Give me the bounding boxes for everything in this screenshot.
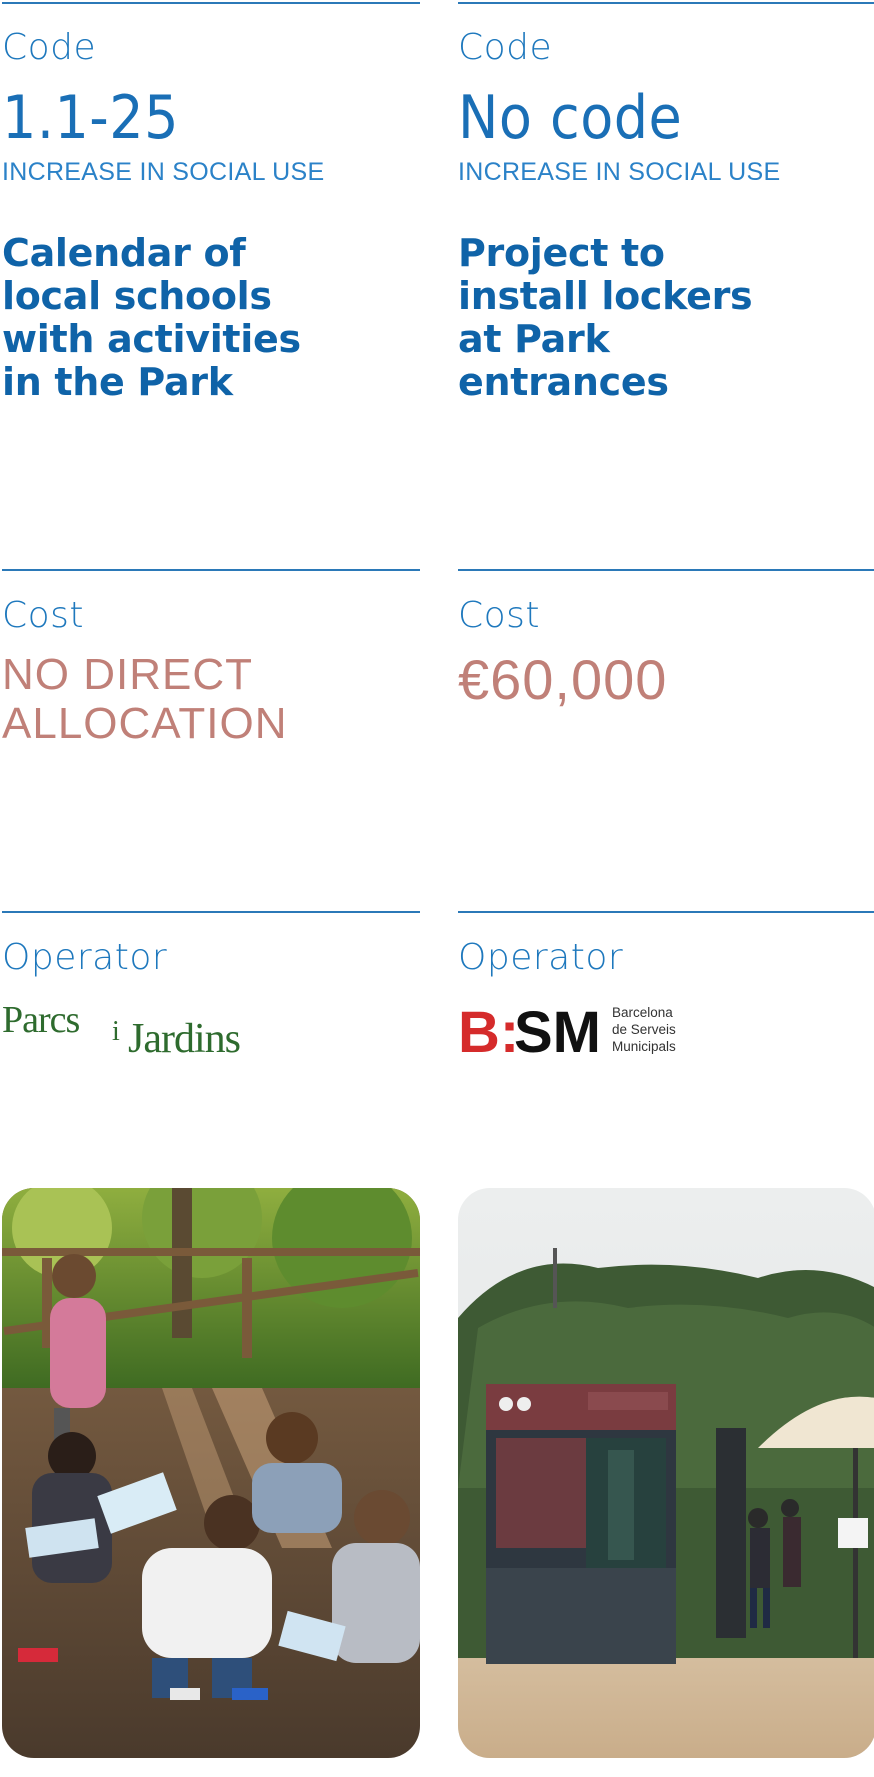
bsm-mark-icon: B: SM	[458, 1000, 601, 1065]
cost-value: €60,000	[458, 648, 668, 711]
title-line: at Park	[458, 317, 610, 361]
divider	[458, 911, 874, 913]
svg-text:i: i	[112, 1016, 120, 1047]
photo-illustration	[2, 1188, 420, 1758]
svg-text:Parcs: Parcs	[2, 1000, 80, 1041]
title-line: with activities	[2, 317, 301, 361]
operator-label: Operator	[458, 937, 624, 978]
title-line: local schools	[2, 274, 272, 318]
bsm-logo: B: SM Barcelona de Serveis Municipals	[458, 1000, 698, 1065]
cost-label: Cost	[458, 595, 541, 636]
divider	[458, 2, 874, 4]
bsm-text-line: Municipals	[612, 1039, 676, 1054]
svg-text:B:: B:	[458, 1000, 519, 1060]
cost-label: Cost	[2, 595, 85, 636]
title-line: Project to	[458, 231, 665, 275]
category-label: INCREASE IN SOCIAL USE	[458, 158, 781, 186]
bsm-logo-text: Barcelona de Serveis Municipals	[612, 1004, 676, 1055]
category-label: INCREASE IN SOCIAL USE	[2, 158, 325, 186]
svg-text:Jardins: Jardins	[128, 1016, 240, 1062]
divider	[458, 569, 874, 571]
parcs-i-jardins-logo: Parcs i Jardins	[2, 1000, 241, 1062]
action-title: Calendar of local schools with activitie…	[2, 232, 420, 404]
title-line: Calendar of	[2, 231, 246, 275]
cost-line: NO DIRECT	[2, 650, 253, 699]
locker-kiosk-photo	[458, 1188, 874, 1758]
photo-illustration	[458, 1188, 874, 1758]
code-label: Code	[2, 27, 97, 68]
bsm-text-line: de Serveis	[612, 1022, 676, 1037]
divider	[2, 2, 420, 4]
cost-line: ALLOCATION	[2, 699, 288, 748]
code-label: Code	[458, 27, 553, 68]
divider	[2, 911, 420, 913]
bsm-text-line: Barcelona	[612, 1005, 673, 1020]
cost-value: NO DIRECT ALLOCATION	[2, 650, 287, 748]
title-line: install lockers	[458, 274, 753, 318]
divider	[2, 569, 420, 571]
children-drawing-photo	[2, 1188, 420, 1758]
title-line: in the Park	[2, 360, 233, 404]
code-value: 1.1-25	[2, 83, 179, 153]
title-line: entrances	[458, 360, 669, 404]
svg-text:SM: SM	[514, 1000, 601, 1060]
operator-label: Operator	[2, 937, 168, 978]
action-title: Project to install lockers at Park entra…	[458, 232, 874, 404]
code-value: No code	[458, 83, 683, 153]
